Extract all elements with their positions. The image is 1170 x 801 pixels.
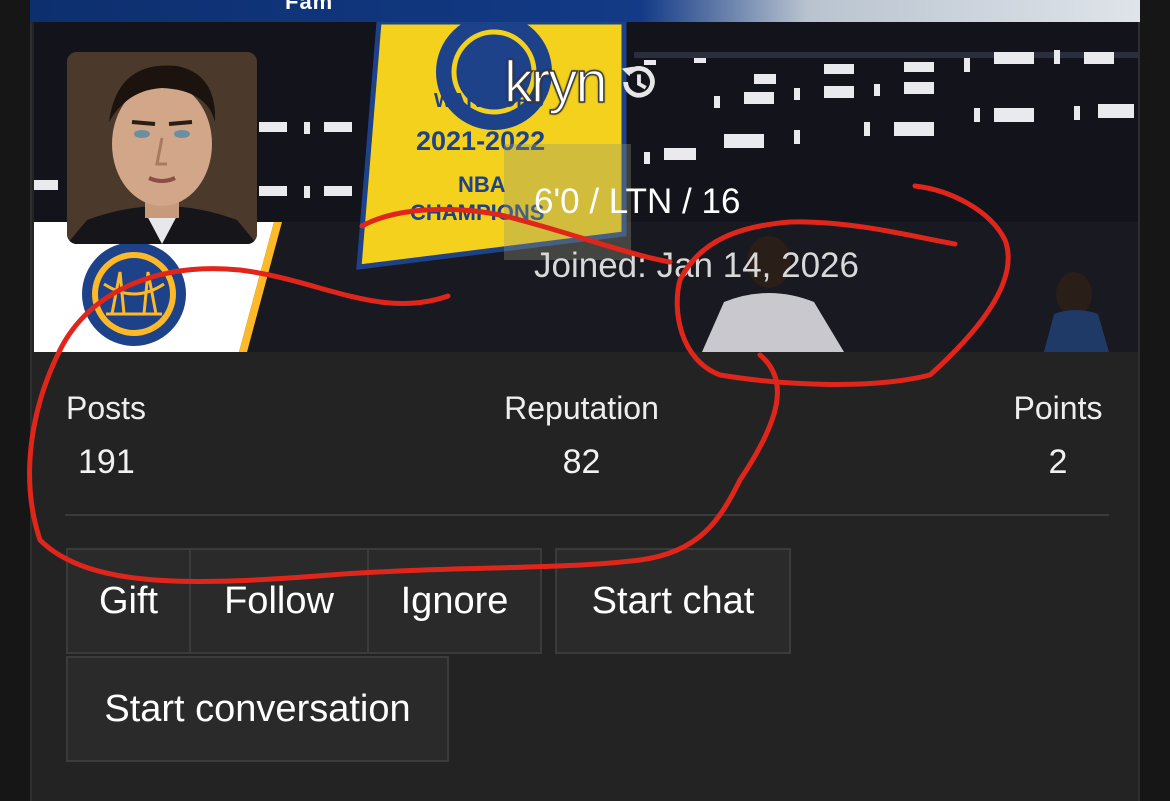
- stat-value: 82: [562, 443, 601, 481]
- divider: [65, 514, 1109, 516]
- profile-card: WARRIORS 2021-2022 NBA CHAMPIONS kryn 6'…: [30, 22, 1140, 801]
- profile-info-line: 6'0 / LTN / 16: [534, 182, 741, 221]
- username[interactable]: kryn: [503, 49, 608, 116]
- ignore-button[interactable]: Ignore: [367, 548, 542, 654]
- stat-posts[interactable]: Posts 191: [66, 390, 156, 482]
- history-icon[interactable]: [616, 59, 662, 105]
- strip-text: Fam: [285, 0, 334, 14]
- top-banner-strip: Fam: [30, 0, 1140, 22]
- stat-reputation[interactable]: Reputation 82: [484, 390, 679, 482]
- gift-button[interactable]: Gift: [66, 548, 191, 654]
- stat-points[interactable]: Points 2: [1004, 390, 1112, 482]
- stat-value: 191: [78, 443, 135, 481]
- start-chat-button[interactable]: Start chat: [555, 548, 791, 654]
- stats-row: Posts 191 Reputation 82 Points 2: [34, 352, 1138, 537]
- stat-label: Reputation: [504, 390, 659, 426]
- profile-banner: WARRIORS 2021-2022 NBA CHAMPIONS kryn 6'…: [34, 22, 1138, 352]
- joined-date: Joined: Jan 14, 2026: [534, 246, 859, 285]
- avatar[interactable]: [67, 52, 257, 244]
- username-row: kryn: [503, 49, 662, 115]
- stat-value: 2: [1048, 443, 1068, 481]
- follow-button[interactable]: Follow: [189, 548, 369, 654]
- stat-label: Posts: [66, 390, 147, 426]
- avatar-portrait: [67, 52, 257, 244]
- stat-label: Points: [1013, 390, 1103, 426]
- banner-nba: NBA: [458, 172, 506, 197]
- start-conversation-button[interactable]: Start conversation: [66, 656, 449, 762]
